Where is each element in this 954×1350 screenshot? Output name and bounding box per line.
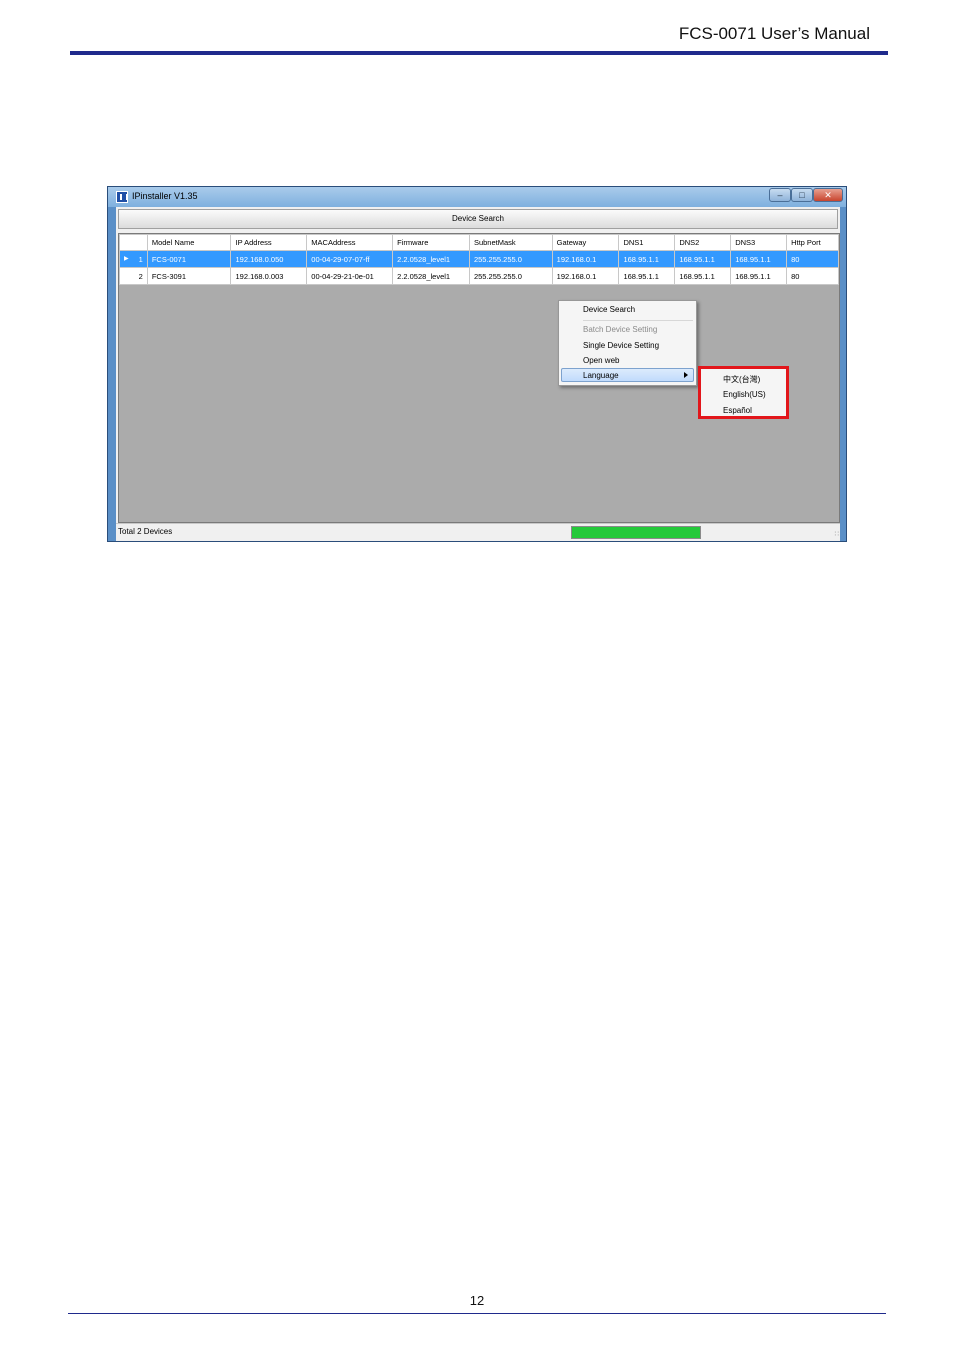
row-selector-arrow-icon: ▶ bbox=[124, 255, 129, 262]
cell-mac-address[interactable]: 00-04-29-07-07-ff bbox=[306, 250, 394, 268]
minimize-button[interactable]: – bbox=[769, 188, 791, 202]
cell-gateway[interactable]: 192.168.0.1 bbox=[551, 250, 620, 268]
column-header-ip-address[interactable]: IP Address bbox=[230, 234, 308, 251]
status-bar: Total 2 Devices ∷ bbox=[116, 523, 840, 541]
header-rule bbox=[70, 51, 888, 55]
document-header: FCS-0071 User’s Manual bbox=[0, 0, 954, 60]
menu-item-language-highlight[interactable] bbox=[561, 368, 694, 382]
column-header-firmware[interactable]: Firmware bbox=[392, 234, 470, 251]
submenu-arrow-icon bbox=[684, 372, 688, 378]
app-icon bbox=[116, 191, 128, 203]
device-table: Model Name IP Address MACAddress Firmwar… bbox=[119, 234, 839, 285]
column-header-http-port[interactable]: Http Port bbox=[786, 234, 839, 251]
language-submenu: 中文(台灣) English(US) Español bbox=[698, 366, 789, 419]
table-header-row: Model Name IP Address MACAddress Firmwar… bbox=[119, 234, 839, 251]
cell-dns2[interactable]: 168.95.1.1 bbox=[674, 250, 732, 268]
column-header-dns1[interactable]: DNS1 bbox=[618, 234, 676, 251]
ipinstaller-window: IPinstaller V1.35 – □ ✕ Device Search Mo… bbox=[107, 186, 847, 542]
menu-item-batch-device-setting[interactable]: Batch Device Setting bbox=[583, 325, 657, 334]
cell-subnet-mask[interactable]: 255.255.255.0 bbox=[468, 267, 553, 285]
column-header-dns2[interactable]: DNS2 bbox=[674, 234, 732, 251]
close-button[interactable]: ✕ bbox=[813, 188, 843, 202]
cell-ip-address[interactable]: 192.168.0.003 bbox=[230, 267, 308, 285]
footer-rule bbox=[68, 1313, 886, 1314]
cell-dns2[interactable]: 168.95.1.1 bbox=[674, 267, 732, 285]
cell-subnet-mask[interactable]: 255.255.255.0 bbox=[468, 250, 553, 268]
device-search-button[interactable]: Device Search bbox=[118, 209, 838, 229]
cell-http-port[interactable]: 80 bbox=[786, 250, 839, 268]
cell-dns1[interactable]: 168.95.1.1 bbox=[618, 267, 676, 285]
column-header-gateway[interactable]: Gateway bbox=[551, 234, 620, 251]
submenu-item-chinese[interactable]: 中文(台灣) bbox=[723, 374, 760, 385]
row-index[interactable]: 2 bbox=[119, 267, 148, 285]
window-title: IPinstaller V1.35 bbox=[132, 191, 198, 201]
column-header-dns3[interactable]: DNS3 bbox=[730, 234, 788, 251]
menu-item-open-web[interactable]: Open web bbox=[583, 356, 619, 365]
menu-item-language[interactable]: Language bbox=[583, 371, 619, 380]
progress-bar bbox=[571, 526, 701, 539]
menu-item-device-search[interactable]: Device Search bbox=[583, 305, 635, 314]
cell-model-name[interactable]: FCS-3091 bbox=[146, 267, 232, 285]
resize-grip-icon[interactable]: ∷ bbox=[835, 530, 840, 538]
context-menu: Device Search Batch Device Setting Singl… bbox=[558, 300, 697, 386]
table-row[interactable]: 2 FCS-3091 192.168.0.003 00-04-29-21-0e-… bbox=[119, 267, 839, 285]
menu-separator bbox=[583, 320, 693, 321]
manual-title: FCS-0071 User’s Manual bbox=[678, 24, 870, 43]
menu-item-single-device-setting[interactable]: Single Device Setting bbox=[583, 341, 659, 350]
page-number: 12 bbox=[469, 1293, 485, 1308]
column-header-model-name[interactable]: Model Name bbox=[146, 234, 232, 251]
column-header[interactable] bbox=[119, 234, 148, 251]
maximize-button[interactable]: □ bbox=[791, 188, 813, 202]
submenu-item-spanish[interactable]: Español bbox=[723, 406, 752, 415]
cell-http-port[interactable]: 80 bbox=[786, 267, 839, 285]
cell-ip-address[interactable]: 192.168.0.050 bbox=[230, 250, 308, 268]
window-titlebar[interactable]: IPinstaller V1.35 – □ ✕ bbox=[108, 187, 846, 207]
cell-firmware[interactable]: 2.2.0528_level1 bbox=[392, 267, 470, 285]
window-client-area: Device Search Model Name IP Address MACA… bbox=[116, 207, 840, 541]
column-header-mac-address[interactable]: MACAddress bbox=[306, 234, 394, 251]
status-device-count: Total 2 Devices bbox=[118, 527, 173, 536]
cell-dns3[interactable]: 168.95.1.1 bbox=[730, 267, 788, 285]
cell-model-name[interactable]: FCS-0071 bbox=[146, 250, 232, 268]
column-header-subnet-mask[interactable]: SubnetMask bbox=[468, 234, 553, 251]
row-index[interactable]: ▶ 1 bbox=[119, 250, 148, 268]
cell-mac-address[interactable]: 00-04-29-21-0e-01 bbox=[306, 267, 394, 285]
cell-firmware[interactable]: 2.2.0528_level1 bbox=[392, 250, 470, 268]
cell-gateway[interactable]: 192.168.0.1 bbox=[551, 267, 620, 285]
cell-dns3[interactable]: 168.95.1.1 bbox=[730, 250, 788, 268]
submenu-item-english[interactable]: English(US) bbox=[723, 390, 766, 399]
cell-dns1[interactable]: 168.95.1.1 bbox=[618, 250, 676, 268]
table-row[interactable]: ▶ 1 FCS-0071 192.168.0.050 00-04-29-07-07… bbox=[119, 250, 839, 268]
